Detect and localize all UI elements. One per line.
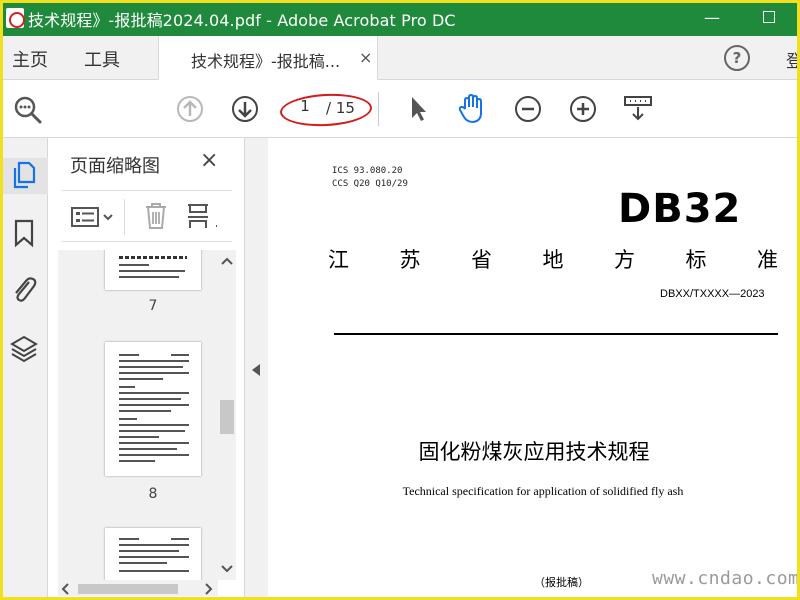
maximize-icon [763,11,775,23]
standard-title-char: 江 [328,248,349,272]
standard-title-char: 省 [471,248,492,272]
standard-title-char: 准 [757,248,778,272]
scroll-mode-icon[interactable] [622,93,654,125]
hand-tool-icon[interactable] [456,92,490,126]
watermark-text: www.cndao.com [652,568,800,589]
zoom-out-icon[interactable] [514,95,542,123]
document-tab-label: 技术规程》-报批稿... [191,52,341,71]
window-title: 技术规程》-报批稿2024.04.pdf - Adobe Acrobat Pro… [28,11,456,30]
zoom-search-icon[interactable] [12,94,44,126]
attachments-icon[interactable] [10,274,38,306]
bookmarks-icon[interactable] [12,218,36,248]
document-title: 固化粉煤灰应用技术规程 [418,440,650,464]
standard-title-char: 方 [614,248,635,272]
standard-title-char: 地 [542,248,564,272]
select-arrow-icon[interactable] [405,94,431,124]
scroll-up-icon[interactable] [221,256,233,266]
page-up-icon[interactable] [176,95,204,123]
thumbnail-vertical-scrollbar[interactable] [218,250,236,580]
document-page[interactable]: ICS 93.080.20 CCS Q20 Q10/29 DB32 江 苏 省 … [268,138,800,600]
toolbar-divider [378,92,379,126]
document-tab-close-button[interactable]: × [359,48,372,67]
tab-tools[interactable]: 工具 [84,46,120,72]
document-tab[interactable]: 技术规程》-报批稿... × [158,36,378,80]
standard-type-title: 江 苏 省 地 方 标 准 [328,244,778,274]
panel-title: 页面缩略图 [70,156,160,177]
thumbnail-label-7: 7 [148,298,158,314]
panel-toolbar [62,190,232,242]
scroll-down-icon[interactable] [221,564,233,574]
ics-code: ICS 93.080.20 [332,166,403,176]
thumbnail-page-8[interactable] [105,342,201,476]
sign-in-link[interactable]: 登 [786,47,800,72]
draft-label: （报批稿） [534,576,589,589]
vertical-scroll-thumb[interactable] [220,400,234,434]
thumbnail-options-menu-icon[interactable] [70,205,116,229]
collapse-panel-icon[interactable] [252,364,260,376]
delete-page-icon[interactable] [142,201,170,231]
thumbnail-page-7[interactable] [105,250,201,290]
maximize-button[interactable] [754,4,784,32]
thumbnail-label-8: 8 [148,486,158,502]
page-thumbnails-icon[interactable] [11,160,37,190]
help-icon[interactable]: ? [724,45,750,71]
thumbnail-page-9[interactable] [105,528,201,580]
zoom-in-icon[interactable] [569,95,597,123]
header-rule [334,333,778,335]
panel-close-button[interactable]: × [200,148,218,173]
panel-splitter[interactable] [244,138,268,600]
document-subtitle: Technical specification for application … [402,484,684,498]
horizontal-scroll-thumb[interactable] [78,584,178,594]
standard-title-char: 苏 [399,248,421,272]
scroll-right-icon[interactable] [204,583,214,595]
toolbar: 1 / 15 [0,80,800,138]
layers-icon[interactable] [9,334,39,364]
scroll-left-icon[interactable] [60,583,70,595]
minimize-button[interactable]: — [697,4,727,32]
db32-logo: DB32 [618,186,742,232]
standard-number: DBXX/TXXXX—2023 [660,288,765,300]
thumbnail-scroll-area[interactable]: 7 8 [58,250,218,580]
acrobat-app-icon[interactable] [6,8,25,28]
ccs-code: CCS Q20 Q10/29 [332,179,408,189]
standard-title-char: 标 [685,248,707,272]
page-down-icon[interactable] [231,95,259,123]
panel-toolbar-divider [124,199,125,235]
insert-page-icon[interactable] [186,201,226,231]
title-bar: 技术规程》-报批稿2024.04.pdf - Adobe Acrobat Pro… [0,0,800,36]
tab-home[interactable]: 主页 [12,46,48,72]
page-thumbnails-panel: 页面缩略图 × 7 8 [48,138,244,600]
left-navigation-rail [0,138,48,600]
tab-row: 主页 工具 技术规程》-报批稿... × ? 登 [0,36,800,80]
thumbnail-horizontal-scrollbar[interactable] [58,580,218,596]
